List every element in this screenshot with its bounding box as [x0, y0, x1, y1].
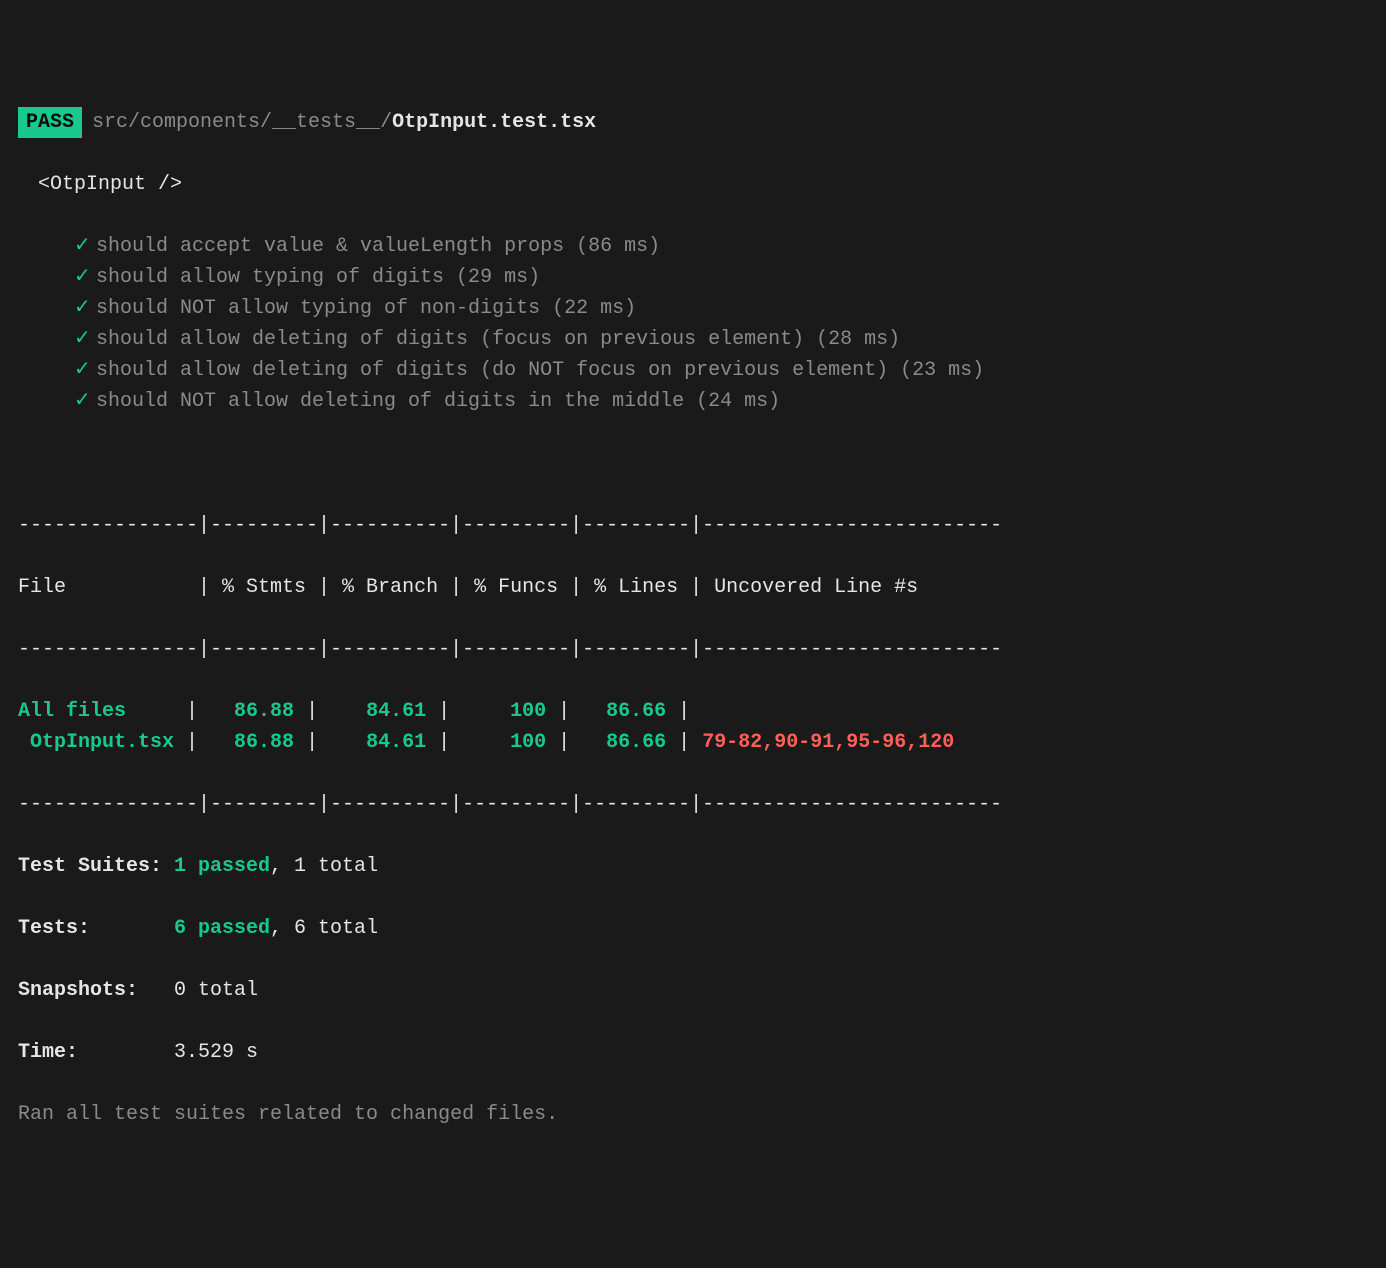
- summary-value: 3.529 s: [174, 1041, 258, 1064]
- test-result-line: ✓should NOT allow deleting of digits in …: [74, 386, 1368, 417]
- coverage-stmts: 86.88: [210, 731, 306, 754]
- summary-test-suites: Test Suites: 1 passed, 1 total: [18, 851, 1368, 882]
- test-file-header: PASS src/components/__tests__/OtpInput.te…: [18, 107, 1368, 138]
- file-path-name: OtpInput.test.tsx: [392, 111, 596, 134]
- blank-line: [18, 448, 1368, 479]
- coverage-branch: 84.61: [330, 731, 438, 754]
- check-icon: ✓: [74, 231, 96, 262]
- pass-badge: PASS: [18, 107, 82, 138]
- coverage-row: All files | 86.88 | 84.61 | 100 | 86.66 …: [18, 696, 1368, 727]
- coverage-funcs: 100: [462, 700, 558, 723]
- tests-list: ✓should accept value & valueLength props…: [18, 231, 1368, 417]
- summary-passed: 1 passed: [174, 855, 270, 878]
- check-icon: ✓: [74, 262, 96, 293]
- test-description: should allow typing of digits (29 ms): [96, 266, 540, 289]
- test-description: should NOT allow deleting of digits in t…: [96, 390, 780, 413]
- coverage-branch: 84.61: [330, 700, 438, 723]
- coverage-stmts: 86.88: [210, 700, 306, 723]
- summary-total: , 6 total: [270, 917, 378, 940]
- summary-label: Tests:: [18, 917, 174, 940]
- check-icon: ✓: [74, 386, 96, 417]
- check-icon: ✓: [74, 293, 96, 324]
- summary-tests: Tests: 6 passed, 6 total: [18, 913, 1368, 944]
- test-description: should NOT allow typing of non-digits (2…: [96, 297, 636, 320]
- check-icon: ✓: [74, 324, 96, 355]
- coverage-uncovered: 79-82,90-91,95-96,120: [702, 731, 954, 754]
- test-result-line: ✓should allow typing of digits (29 ms): [74, 262, 1368, 293]
- summary-passed: 6 passed: [174, 917, 270, 940]
- coverage-sep-bottom: ---------------|---------|----------|---…: [18, 789, 1368, 820]
- test-result-line: ✓should accept value & valueLength props…: [74, 231, 1368, 262]
- test-description: should allow deleting of digits (do NOT …: [96, 359, 984, 382]
- summary-snapshots: Snapshots: 0 total: [18, 975, 1368, 1006]
- check-icon: ✓: [74, 355, 96, 386]
- test-description: should accept value & valueLength props …: [96, 235, 660, 258]
- test-description: should allow deleting of digits (focus o…: [96, 328, 900, 351]
- test-result-line: ✓should allow deleting of digits (do NOT…: [74, 355, 1368, 386]
- coverage-file: All files: [18, 700, 186, 723]
- coverage-sep-top: ---------------|---------|----------|---…: [18, 510, 1368, 541]
- summary-label: Test Suites:: [18, 855, 174, 878]
- file-path-dir: src/components/__tests__/: [92, 111, 392, 134]
- coverage-sep-header: ---------------|---------|----------|---…: [18, 634, 1368, 665]
- summary-label: Snapshots:: [18, 979, 174, 1002]
- summary-time: Time: 3.529 s: [18, 1037, 1368, 1068]
- suite-name: <OtpInput />: [38, 169, 1368, 200]
- coverage-funcs: 100: [462, 731, 558, 754]
- test-result-line: ✓should allow deleting of digits (focus …: [74, 324, 1368, 355]
- summary-value: 0 total: [174, 979, 258, 1002]
- test-result-line: ✓should NOT allow typing of non-digits (…: [74, 293, 1368, 324]
- summary-total: , 1 total: [270, 855, 378, 878]
- coverage-row: OtpInput.tsx | 86.88 | 84.61 | 100 | 86.…: [18, 727, 1368, 758]
- coverage-lines: 86.66: [582, 700, 678, 723]
- coverage-header: File | % Stmts | % Branch | % Funcs | % …: [18, 572, 1368, 603]
- coverage-lines: 86.66: [582, 731, 678, 754]
- coverage-rows: All files | 86.88 | 84.61 | 100 | 86.66 …: [18, 696, 1368, 758]
- coverage-file: OtpInput.tsx: [18, 731, 186, 754]
- summary-label: Time:: [18, 1041, 174, 1064]
- summary-footer: Ran all test suites related to changed f…: [18, 1099, 1368, 1130]
